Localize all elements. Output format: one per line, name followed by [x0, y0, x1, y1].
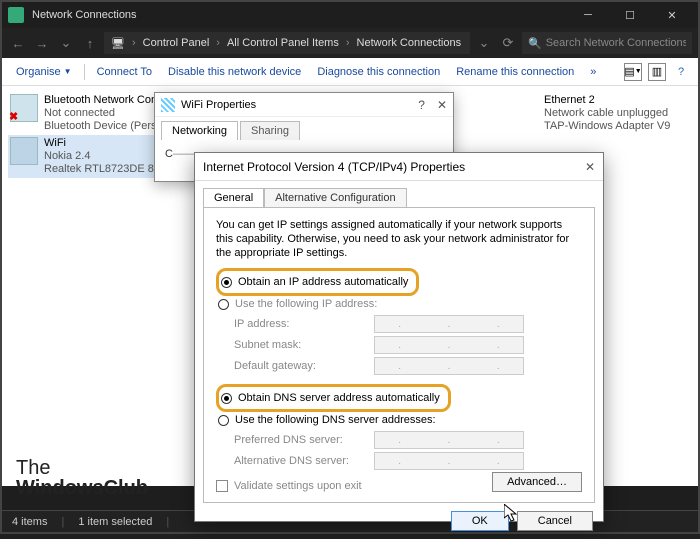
ip-address-field: ... — [374, 315, 524, 333]
help-icon[interactable]: ? — [672, 63, 690, 81]
preferred-dns-field: ... — [374, 431, 524, 449]
item-name: WiFi — [44, 137, 169, 150]
help-icon[interactable]: ? — [418, 98, 425, 112]
radio-use-ip-label: Use the following IP address: — [235, 298, 377, 310]
network-item-bluetooth[interactable]: ✖ Bluetooth Network Con Not connected Bl… — [8, 92, 178, 135]
preferred-dns-label: Preferred DNS server: — [234, 434, 374, 446]
overflow-button[interactable]: » — [584, 62, 602, 82]
close-icon[interactable]: ✕ — [437, 98, 447, 112]
item-device: Bluetooth Device (Pers — [44, 120, 157, 133]
disable-device-button[interactable]: Disable this network device — [162, 62, 307, 82]
network-item-wifi[interactable]: WiFi Nokia 2.4 Realtek RTL8723DE 802. — [8, 135, 178, 178]
item-status: Nokia 2.4 — [44, 150, 169, 163]
radio-use-dns[interactable] — [218, 415, 229, 426]
cancel-button[interactable]: Cancel — [517, 511, 593, 531]
search-input[interactable]: 🔍 Search Network Connections — [522, 32, 692, 54]
search-placeholder: Search Network Connections — [546, 37, 686, 49]
radio-auto-dns-label: Obtain DNS server address automatically — [238, 392, 440, 404]
gateway-field: ... — [374, 357, 524, 375]
ip-address-label: IP address: — [234, 318, 374, 330]
breadcrumb-item[interactable]: Control Panel — [140, 37, 213, 49]
dialog-title: WiFi Properties — [181, 99, 256, 111]
radio-use-ip[interactable] — [218, 299, 229, 310]
status-selected: 1 item selected — [78, 516, 152, 528]
radio-use-dns-label: Use the following DNS server addresses: — [235, 414, 436, 426]
item-status: Network cable unplugged — [544, 107, 670, 120]
advanced-button[interactable]: Advanced… — [492, 472, 582, 492]
diagnose-button[interactable]: Diagnose this connection — [311, 62, 446, 82]
tab-sharing[interactable]: Sharing — [240, 121, 300, 140]
breadcrumb-item[interactable]: All Control Panel Items — [224, 37, 342, 49]
breadcrumb-item[interactable]: Network Connections — [354, 37, 465, 49]
maximize-icon[interactable]: ☐ — [610, 2, 650, 28]
description-text: You can get IP settings assigned automat… — [216, 218, 582, 260]
network-item-ethernet[interactable]: Ethernet 2 Network cable unplugged TAP-W… — [542, 92, 700, 135]
minimize-icon[interactable]: ─ — [568, 2, 608, 28]
item-status: Not connected — [44, 107, 157, 120]
breadcrumb-root-icon[interactable]: 🖥 — [108, 37, 128, 50]
chevron-right-icon: › — [130, 37, 138, 49]
recent-icon[interactable]: ⌄ — [56, 33, 76, 53]
back-icon[interactable]: ← — [8, 33, 28, 53]
item-name: Bluetooth Network Con — [44, 94, 157, 107]
tab-alt-config[interactable]: Alternative Configuration — [264, 188, 406, 208]
ok-button[interactable]: OK — [451, 511, 509, 531]
chevron-right-icon: › — [214, 37, 222, 49]
close-icon[interactable]: ✕ — [585, 160, 595, 174]
subnet-mask-label: Subnet mask: — [234, 339, 374, 351]
adapter-icon — [10, 137, 38, 165]
radio-auto-ip-label: Obtain an IP address automatically — [238, 276, 408, 288]
dropdown-icon[interactable]: ⌄ — [474, 33, 494, 53]
radio-auto-ip[interactable] — [221, 277, 232, 288]
radio-auto-dns[interactable] — [221, 393, 232, 404]
chevron-down-icon: ▼ — [64, 67, 72, 76]
explorer-window: Network Connections ─ ☐ ✕ ← → ⌄ ↑ 🖥 › Co… — [0, 0, 700, 534]
item-device: Realtek RTL8723DE 802. — [44, 163, 169, 176]
forward-icon[interactable]: → — [32, 33, 52, 53]
title-bar[interactable]: Network Connections ─ ☐ ✕ — [2, 2, 698, 28]
highlight-auto-dns: Obtain DNS server address automatically — [216, 384, 451, 412]
error-icon: ✖ — [9, 110, 18, 123]
watermark: The WindowsClub — [16, 458, 148, 498]
tab-networking[interactable]: Networking — [161, 121, 238, 140]
gateway-label: Default gateway: — [234, 360, 374, 372]
window-title: Network Connections — [32, 9, 137, 21]
rename-button[interactable]: Rename this connection — [450, 62, 580, 82]
item-device: TAP-Windows Adapter V9 — [544, 120, 670, 133]
organise-button[interactable]: Organise▼ — [10, 62, 78, 82]
close-icon[interactable]: ✕ — [652, 2, 692, 28]
wifi-icon — [161, 98, 175, 112]
search-icon: 🔍 — [528, 37, 542, 50]
address-bar: ← → ⌄ ↑ 🖥 › Control Panel › All Control … — [2, 28, 698, 58]
alt-dns-field: ... — [374, 452, 524, 470]
view-options-icon[interactable]: ▤▼ — [624, 63, 642, 81]
up-icon[interactable]: ↑ — [80, 33, 100, 53]
adapter-icon: ✖ — [10, 94, 38, 122]
refresh-icon[interactable]: ⟳ — [498, 33, 518, 53]
preview-pane-icon[interactable]: ▥ — [648, 63, 666, 81]
ipv4-properties-dialog[interactable]: Internet Protocol Version 4 (TCP/IPv4) P… — [194, 152, 604, 522]
status-count: 4 items — [12, 516, 47, 528]
item-name: Ethernet 2 — [544, 94, 670, 107]
connect-to-button[interactable]: Connect To — [91, 62, 158, 82]
tab-general[interactable]: General — [203, 188, 264, 208]
validate-label: Validate settings upon exit — [234, 480, 362, 492]
highlight-auto-ip: Obtain an IP address automatically — [216, 268, 419, 296]
app-icon — [8, 7, 24, 23]
dialog-title: Internet Protocol Version 4 (TCP/IPv4) P… — [203, 160, 465, 174]
validate-checkbox[interactable] — [216, 480, 228, 492]
subnet-mask-field: ... — [374, 336, 524, 354]
command-bar: Organise▼ Connect To Disable this networ… — [2, 58, 698, 86]
alt-dns-label: Alternative DNS server: — [234, 455, 374, 467]
chevron-right-icon: › — [344, 37, 352, 49]
breadcrumb[interactable]: 🖥 › Control Panel › All Control Panel It… — [104, 32, 470, 54]
